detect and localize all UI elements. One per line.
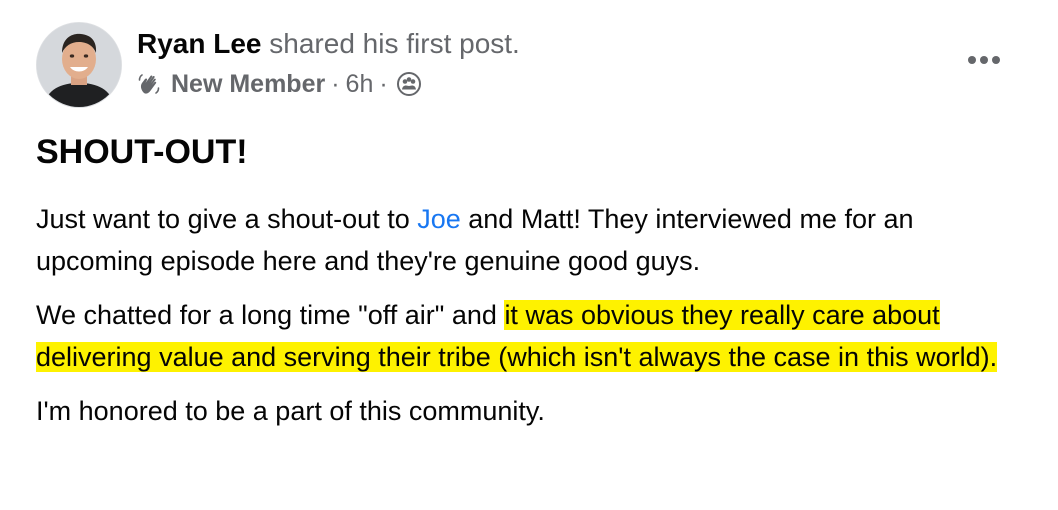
mention-link[interactable]: Joe	[417, 204, 461, 234]
avatar-photo	[37, 23, 121, 107]
post-header: Ryan Lee shared his first post.	[137, 26, 520, 62]
group-post: Ryan Lee shared his first post. New Memb…	[0, 0, 1058, 510]
post-paragraph: We chatted for a long time "off air" and…	[36, 294, 1026, 378]
group-members-icon[interactable]	[396, 71, 422, 97]
author-avatar[interactable]	[36, 22, 122, 108]
author-name[interactable]: Ryan Lee	[137, 28, 262, 59]
post-body: Just want to give a shout-out to Joe and…	[36, 198, 1026, 444]
paragraph-text: We chatted for a long time "off air" and	[36, 300, 505, 330]
post-meta: New Member · 6h ·	[137, 68, 422, 100]
post-action-label: shared his first post.	[269, 28, 520, 59]
paragraph-text: Just want to give a shout-out to	[36, 204, 418, 234]
post-paragraph: I'm honored to be a part of this communi…	[36, 396, 545, 426]
post-paragraph: Just want to give a shout-out to Joe and…	[36, 198, 1026, 282]
meta-separator: ·	[379, 70, 388, 98]
member-badge[interactable]: New Member	[171, 68, 325, 100]
more-options-button[interactable]	[962, 46, 1006, 74]
post-title: SHOUT-OUT!	[36, 133, 248, 171]
post-timestamp[interactable]: 6h	[346, 68, 374, 100]
post-action-text: shared his first post.	[269, 28, 520, 59]
waving-hand-icon	[137, 71, 163, 97]
more-options-icon	[968, 56, 1000, 64]
meta-separator: ·	[331, 70, 340, 98]
